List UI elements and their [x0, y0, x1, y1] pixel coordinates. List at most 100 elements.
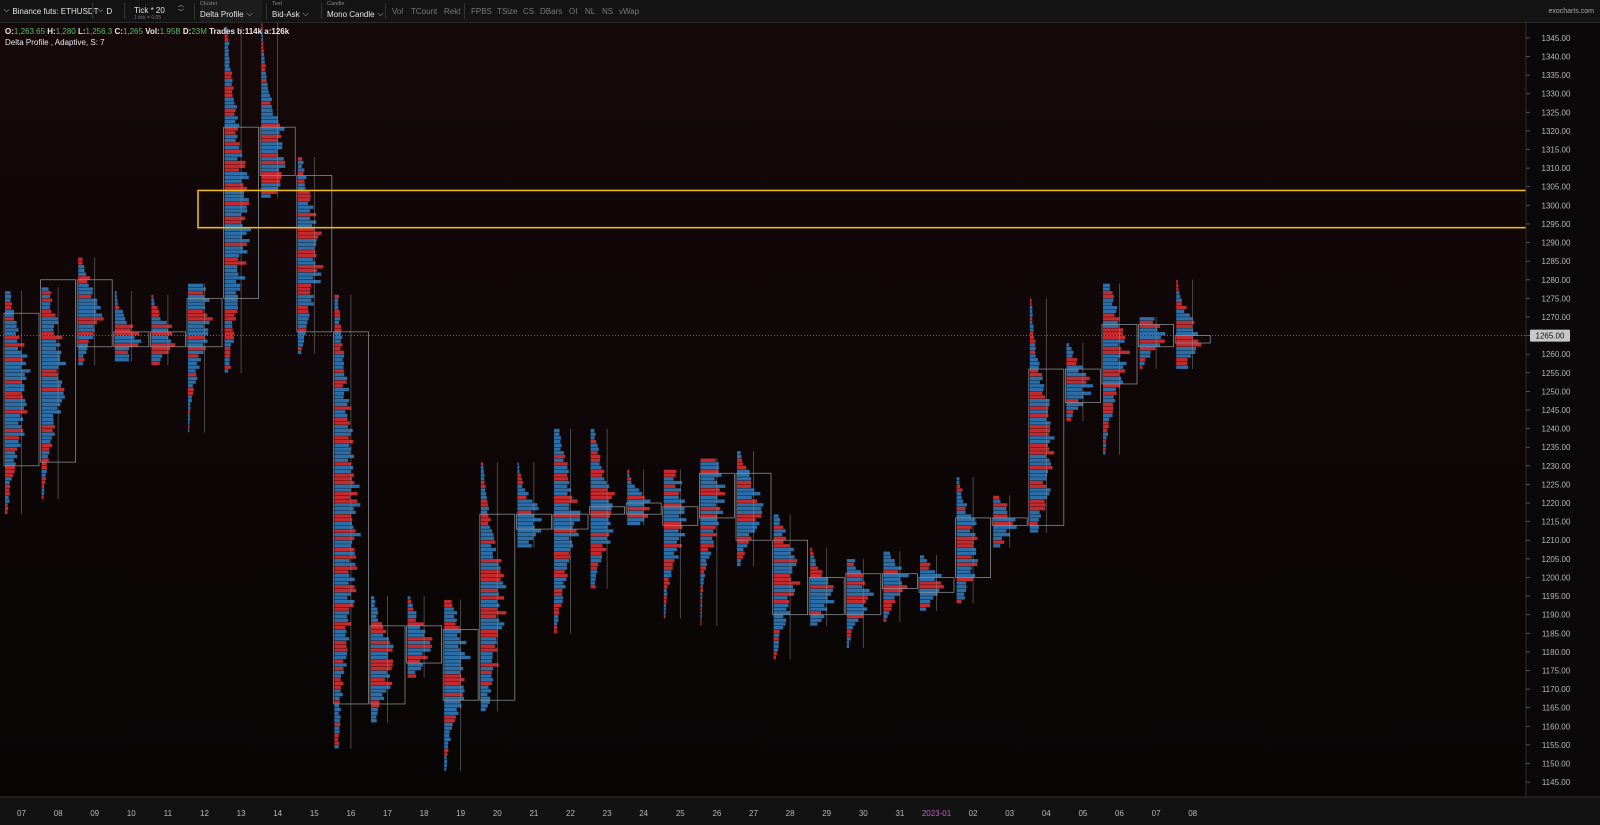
profile-row — [78, 276, 91, 280]
toggle-tsize[interactable]: TSize — [497, 0, 517, 22]
toggle-rekt[interactable]: Rekt — [444, 0, 460, 22]
profile-row — [627, 473, 630, 477]
profile-row — [334, 722, 341, 727]
toggle-vwap[interactable]: vWap — [619, 0, 639, 22]
profile-row — [590, 469, 605, 474]
toggle-dbars[interactable]: DBars — [540, 0, 562, 22]
profile-row — [297, 294, 314, 299]
profile-row — [371, 692, 383, 697]
profile-row — [334, 384, 343, 388]
profile-row — [1139, 350, 1151, 354]
profile-row — [5, 506, 9, 511]
profile-row — [334, 689, 341, 693]
profile-row — [371, 707, 378, 712]
profile-row — [590, 439, 596, 444]
profile-row — [334, 614, 347, 619]
profile-row — [993, 514, 1008, 518]
profile-row — [1029, 499, 1045, 503]
profile-row — [5, 477, 12, 481]
profile-row — [554, 506, 570, 511]
profile-row — [224, 276, 246, 280]
profile-row — [700, 480, 717, 485]
profile-row — [334, 343, 343, 347]
profile-row — [224, 302, 238, 306]
tick-size-control[interactable]: Tick * 20 1 tick = 0.05 ︿ ﹀ — [134, 0, 188, 22]
profile-row — [371, 637, 389, 641]
profile-row — [334, 421, 350, 425]
symbol-selector[interactable]: ⌵ Binance futs: ETHUSDT — [4, 0, 99, 22]
profile-row — [334, 466, 354, 470]
profile-row — [1066, 417, 1071, 421]
profile-row — [1139, 343, 1161, 347]
profile-row — [334, 521, 352, 526]
profile-row — [737, 544, 748, 548]
timeframe-selector[interactable]: ⌵ D — [98, 0, 112, 22]
profile-row — [480, 503, 488, 507]
profile-row — [737, 480, 752, 485]
profile-row — [480, 655, 493, 660]
toggle-cs[interactable]: CS — [523, 0, 534, 22]
x-tick-label: 19 — [456, 809, 465, 818]
x-tick-label: 15 — [310, 809, 319, 818]
toggle-nl[interactable]: NL — [585, 0, 595, 22]
profile-row — [480, 562, 499, 567]
profile-row — [846, 592, 874, 596]
profile-row — [810, 622, 818, 626]
current-price-tag-label: 1265.00 — [1536, 332, 1565, 341]
y-tick-label: 1220.00 — [1542, 499, 1571, 508]
profile-row — [224, 60, 230, 64]
profile-row — [663, 585, 668, 589]
toggle-ns[interactable]: NS — [602, 0, 613, 22]
profile-row — [590, 458, 600, 462]
profile-row — [554, 573, 568, 578]
profile-row — [41, 469, 47, 474]
profile-row — [224, 112, 235, 116]
stepper-icon[interactable]: ︿ ﹀ — [178, 3, 184, 17]
profile-row — [371, 696, 385, 701]
profile-row — [188, 343, 203, 347]
delta-profile-chart[interactable]: 1145.00 1150.00 1155.00 1160.00 1165.00 1170.… — [0, 23, 1600, 825]
profile-row — [224, 369, 229, 373]
profile-row — [517, 477, 522, 481]
profile-row — [554, 559, 570, 563]
profile-row — [5, 439, 19, 444]
profile-row — [224, 358, 230, 362]
profile-row — [663, 581, 670, 585]
toggle-oi[interactable]: OI — [569, 0, 577, 22]
x-tick-label: 11 — [164, 809, 173, 818]
profile-row — [1103, 387, 1116, 392]
profile-row — [517, 462, 519, 466]
profile-row — [1029, 495, 1048, 500]
profile-row — [737, 473, 750, 477]
profile-row — [956, 555, 972, 559]
profile-row — [224, 142, 240, 146]
cluster-selector[interactable]: Cluster Delta Profile ⌵ — [200, 0, 262, 22]
profile-row — [444, 637, 460, 641]
profile-row — [663, 521, 682, 526]
profile-row — [444, 629, 461, 634]
profile-row — [224, 235, 243, 239]
profile-row — [1103, 380, 1123, 384]
profile-row — [151, 309, 160, 314]
profile-row — [5, 350, 22, 354]
toggle-vol[interactable]: Vol — [392, 0, 403, 22]
text-selector[interactable]: Text Bid-Ask ⌵ — [272, 0, 316, 22]
profile-row — [700, 562, 707, 567]
profile-row — [334, 562, 356, 567]
profile-row — [590, 473, 603, 477]
candle-selector[interactable]: Candle Mono Candle ⌵ — [327, 0, 384, 22]
profile-row — [1103, 413, 1113, 418]
y-tick-label: 1200.00 — [1542, 573, 1571, 582]
toggle-tcount[interactable]: TCount — [411, 0, 437, 22]
profile-row — [700, 525, 716, 529]
profile-row — [773, 547, 794, 552]
profile-row — [554, 510, 581, 515]
profile-row — [663, 547, 677, 552]
profile-row — [773, 652, 777, 656]
profile-row — [810, 611, 822, 615]
profile-row — [554, 447, 561, 451]
x-tick-label: 08 — [1188, 809, 1197, 818]
toggle-fpbs[interactable]: FPBS — [471, 0, 492, 22]
profile-row — [554, 570, 565, 574]
profile-row — [444, 752, 448, 756]
